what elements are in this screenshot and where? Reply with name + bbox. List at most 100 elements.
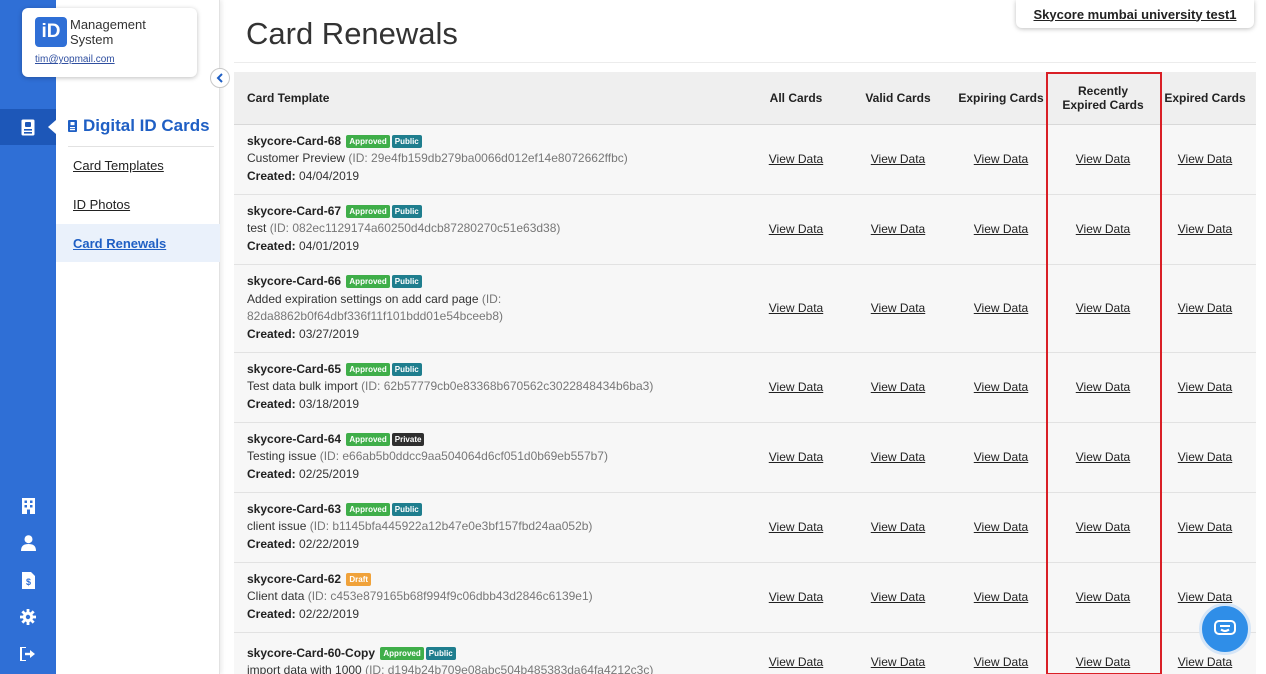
cell-recently-expired-cards: View Data	[1052, 632, 1154, 674]
view-data-link-valid-cards[interactable]: View Data	[871, 520, 925, 534]
card-id: (ID: b1145bfa445922a12b47e0e3bf157fbd24a…	[309, 519, 593, 534]
cell-expired-cards: View Data	[1154, 492, 1256, 563]
view-data-link-recently-expired-cards[interactable]: View Data	[1076, 590, 1130, 604]
view-data-link-expiring-cards[interactable]: View Data	[974, 590, 1028, 604]
view-data-link-valid-cards[interactable]: View Data	[871, 590, 925, 604]
created-date: 02/22/2019	[299, 536, 360, 551]
card-template-cell: skycore-Card-65 Approved Public Test data …	[234, 352, 746, 423]
chat-icon	[1214, 620, 1236, 635]
view-data-link-all-cards[interactable]: View Data	[769, 152, 823, 166]
view-data-link-expired-cards[interactable]: View Data	[1178, 590, 1232, 604]
created-label: Created:	[247, 536, 296, 551]
table-row: skycore-Card-63 Approved Public client iss…	[234, 492, 1256, 563]
view-data-link-expiring-cards[interactable]: View Data	[974, 520, 1028, 534]
view-data-link-recently-expired-cards[interactable]: View Data	[1076, 301, 1130, 315]
sidebar-section-title: Digital ID Cards	[68, 116, 214, 147]
user-email-link[interactable]: tim@yopmail.com	[35, 54, 115, 65]
view-data-link-valid-cards[interactable]: View Data	[871, 450, 925, 464]
view-data-link-valid-cards[interactable]: View Data	[871, 380, 925, 394]
renewals-table-container: Card Template All Cards Valid Cards Expi…	[234, 72, 1256, 674]
column-header-all-cards: All Cards	[746, 72, 846, 125]
cell-expiring-cards: View Data	[950, 562, 1052, 633]
view-data-link-recently-expired-cards[interactable]: View Data	[1076, 450, 1130, 464]
status-badge: Approved	[346, 432, 390, 446]
cell-expiring-cards: View Data	[950, 422, 1052, 493]
view-data-link-expiring-cards[interactable]: View Data	[974, 301, 1028, 315]
card-description: Customer Preview	[247, 151, 346, 166]
view-data-link-all-cards[interactable]: View Data	[769, 655, 823, 669]
rail-item-billing[interactable]: $	[0, 562, 56, 598]
status-badge: Approved	[380, 646, 424, 660]
view-data-link-all-cards[interactable]: View Data	[769, 590, 823, 604]
view-data-link-all-cards[interactable]: View Data	[769, 222, 823, 236]
chat-button[interactable]	[1199, 603, 1251, 655]
status-badge: Approved	[346, 362, 390, 376]
status-badge: Public	[391, 362, 422, 376]
cell-valid-cards: View Data	[846, 422, 950, 493]
view-data-link-expired-cards[interactable]: View Data	[1178, 520, 1232, 534]
cell-all-cards: View Data	[746, 492, 846, 563]
created-label: Created:	[247, 466, 296, 481]
view-data-link-valid-cards[interactable]: View Data	[871, 655, 925, 669]
card-template-cell: skycore-Card-68 Approved Public Customer P…	[234, 124, 746, 195]
view-data-link-expiring-cards[interactable]: View Data	[974, 152, 1028, 166]
view-data-link-valid-cards[interactable]: View Data	[871, 301, 925, 315]
view-data-link-all-cards[interactable]: View Data	[769, 520, 823, 534]
table-row: skycore-Card-64 Approved Private Testing i…	[234, 422, 1256, 493]
cell-recently-expired-cards: View Data	[1052, 194, 1154, 265]
sidebar-item-id-photos[interactable]: ID Photos	[56, 185, 220, 223]
cell-expiring-cards: View Data	[950, 632, 1052, 674]
card-id: (ID: 082ec1129174a60250d4dcb87280270c51e…	[269, 221, 561, 236]
view-data-link-all-cards[interactable]: View Data	[769, 450, 823, 464]
view-data-link-expiring-cards[interactable]: View Data	[974, 450, 1028, 464]
page-title: Card Renewals	[246, 16, 458, 51]
view-data-link-expiring-cards[interactable]: View Data	[974, 655, 1028, 669]
view-data-link-all-cards[interactable]: View Data	[769, 301, 823, 315]
cell-recently-expired-cards: View Data	[1052, 422, 1154, 493]
view-data-link-recently-expired-cards[interactable]: View Data	[1076, 222, 1130, 236]
rail-item-users[interactable]	[0, 525, 56, 561]
view-data-link-expired-cards[interactable]: View Data	[1178, 450, 1232, 464]
brand-card: iD Management System tim@yopmail.com	[22, 8, 197, 77]
card-name: skycore-Card-68	[247, 133, 342, 148]
view-data-link-expired-cards[interactable]: View Data	[1178, 222, 1232, 236]
view-data-link-valid-cards[interactable]: View Data	[871, 152, 925, 166]
view-data-link-all-cards[interactable]: View Data	[769, 380, 823, 394]
view-data-link-expired-cards[interactable]: View Data	[1178, 301, 1232, 315]
table-row: skycore-Card-66 Approved Public Added expi…	[234, 264, 1256, 353]
status-badge: Approved	[346, 204, 390, 218]
cell-expired-cards: View Data	[1154, 124, 1256, 195]
building-icon	[21, 498, 35, 514]
rail-item-id-cards[interactable]	[0, 109, 56, 145]
view-data-link-recently-expired-cards[interactable]: View Data	[1076, 655, 1130, 669]
created-label: Created:	[247, 396, 296, 411]
cell-all-cards: View Data	[746, 422, 846, 493]
rail-item-organizations[interactable]	[0, 488, 56, 524]
view-data-link-valid-cards[interactable]: View Data	[871, 222, 925, 236]
rail-item-logout[interactable]	[0, 636, 56, 672]
rail-item-settings[interactable]	[0, 599, 56, 635]
file-dollar-icon: $	[21, 571, 35, 589]
card-description: test	[247, 221, 267, 236]
sidebar-item-card-renewals[interactable]: Card Renewals	[56, 224, 220, 262]
collapse-sidebar-button[interactable]	[210, 68, 230, 88]
view-data-link-expiring-cards[interactable]: View Data	[974, 222, 1028, 236]
table-row: skycore-Card-68 Approved Public Customer P…	[234, 124, 1256, 195]
renewals-table: Card Template All Cards Valid Cards Expi…	[234, 72, 1256, 674]
view-data-link-recently-expired-cards[interactable]: View Data	[1076, 380, 1130, 394]
secondary-sidebar: Digital ID Cards Card Templates ID Photo…	[56, 0, 220, 674]
view-data-link-expiring-cards[interactable]: View Data	[974, 380, 1028, 394]
view-data-link-expired-cards[interactable]: View Data	[1178, 380, 1232, 394]
app-name: Management System	[70, 17, 146, 47]
cell-recently-expired-cards: View Data	[1052, 124, 1154, 195]
cell-valid-cards: View Data	[846, 632, 950, 674]
organization-selector[interactable]: Skycore mumbai university test1	[1016, 0, 1254, 28]
sidebar-item-card-templates[interactable]: Card Templates	[56, 146, 220, 184]
view-data-link-recently-expired-cards[interactable]: View Data	[1076, 152, 1130, 166]
view-data-link-expired-cards[interactable]: View Data	[1178, 655, 1232, 669]
view-data-link-recently-expired-cards[interactable]: View Data	[1076, 520, 1130, 534]
view-data-link-expired-cards[interactable]: View Data	[1178, 152, 1232, 166]
sidebar-item-label: Card Templates	[73, 157, 164, 173]
card-name: skycore-Card-62	[247, 571, 342, 586]
cell-expiring-cards: View Data	[950, 352, 1052, 423]
